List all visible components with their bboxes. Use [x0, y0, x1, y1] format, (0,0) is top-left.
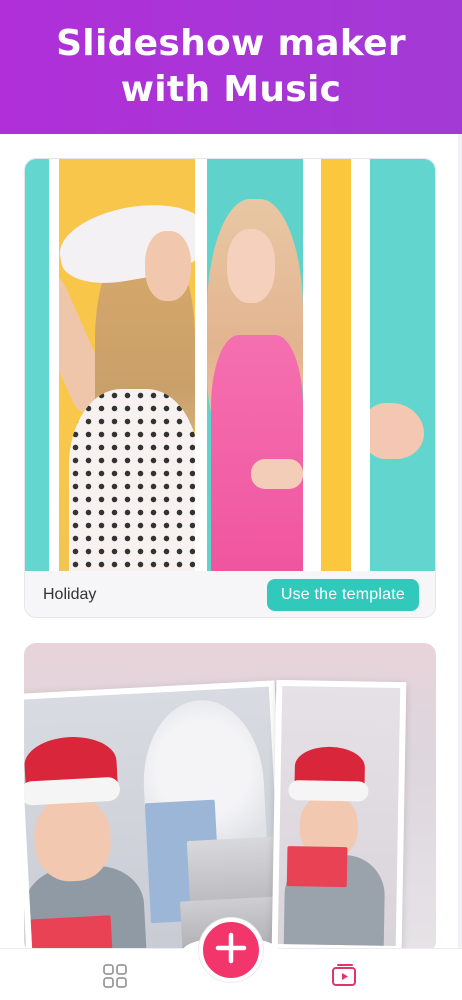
photo-scene	[24, 686, 283, 953]
photo-scene	[277, 685, 401, 947]
dress-shape	[69, 389, 195, 571]
banner-title-line-2: with Music	[120, 69, 342, 110]
template-card-christmas[interactable]	[24, 643, 436, 953]
face-shape	[145, 231, 191, 301]
preview-strip	[59, 159, 195, 571]
template-card-footer: Holiday Use the template	[25, 571, 435, 617]
face-shape	[227, 229, 275, 303]
photo-frame	[271, 679, 407, 953]
preview-strip	[207, 159, 303, 571]
dress-shape	[211, 335, 303, 571]
hand-shape	[251, 459, 303, 489]
promo-banner: Slideshow maker with Music	[0, 0, 462, 134]
santa-hat-brim	[24, 776, 121, 806]
banner-title-line-1: Slideshow maker	[56, 23, 406, 64]
gift-shape	[286, 846, 348, 888]
add-project-button[interactable]	[199, 918, 263, 982]
santa-hat-brim	[288, 780, 369, 802]
grid-icon[interactable]	[102, 963, 128, 989]
face-shape	[32, 795, 113, 884]
plus-icon	[214, 931, 248, 970]
video-icon[interactable]	[330, 963, 360, 989]
scroll-edge	[458, 134, 462, 948]
preview-strip	[370, 159, 435, 571]
preview-strip	[25, 159, 49, 571]
use-template-button[interactable]: Use the template	[266, 579, 419, 611]
photo-frame	[24, 680, 290, 953]
hand-shape	[370, 403, 424, 459]
template-preview-holiday[interactable]	[25, 159, 435, 571]
template-preview-christmas[interactable]	[24, 643, 436, 953]
template-card-holiday[interactable]: Holiday Use the template	[24, 158, 436, 618]
template-name: Holiday	[43, 586, 97, 603]
preview-strip	[321, 159, 351, 571]
